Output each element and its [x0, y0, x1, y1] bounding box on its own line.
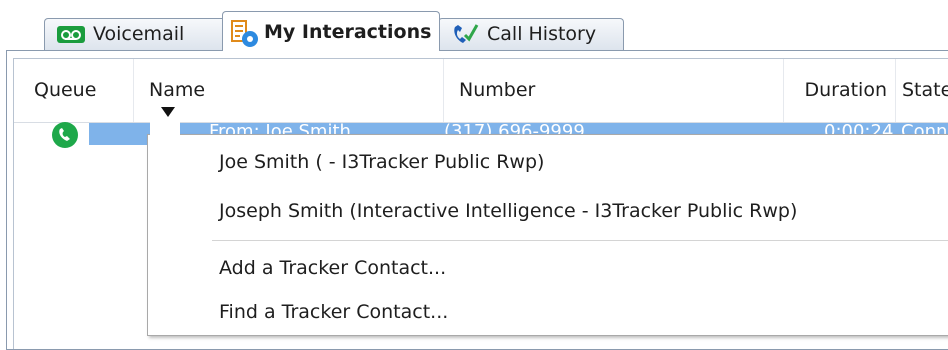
tab-label: Call History [487, 23, 597, 45]
call-history-icon [454, 24, 479, 43]
column-header-state[interactable]: State [896, 59, 948, 122]
column-header-number[interactable]: Number [444, 59, 784, 122]
menu-item-joseph-smith[interactable]: Joseph Smith (Interactive Intelligence -… [219, 196, 797, 226]
menu-separator [212, 240, 948, 241]
tab-my-interactions[interactable]: My Interactions [222, 11, 440, 51]
menu-item-joe-smith[interactable]: Joe Smith ( - I3Tracker Public Rwp) [219, 147, 544, 177]
phone-icon [52, 122, 78, 148]
menu-item-add-contact[interactable]: Add a Tracker Contact... [219, 253, 446, 283]
interactions-icon [231, 20, 258, 47]
dropdown-arrow-icon [161, 107, 175, 117]
tab-label: My Interactions [264, 21, 432, 43]
column-header-queue[interactable]: Queue [14, 59, 134, 122]
column-header-name[interactable]: Name [134, 59, 444, 122]
contact-dropdown-menu: Joe Smith ( - I3Tracker Public Rwp) Jose… [147, 107, 948, 336]
menu-item-find-contact[interactable]: Find a Tracker Contact... [219, 297, 448, 327]
column-header-duration[interactable]: Duration [784, 59, 896, 122]
tab-strip: Voicemail Call History My Interactions [0, 0, 948, 51]
tab-call-history[interactable]: Call History [438, 18, 624, 50]
tab-label: Voicemail [93, 23, 185, 45]
column-header-row: Queue Name Number Duration State [14, 59, 948, 123]
tab-voicemail[interactable]: Voicemail [44, 18, 240, 50]
menu-gutter [148, 135, 202, 335]
voicemail-icon [57, 26, 85, 43]
